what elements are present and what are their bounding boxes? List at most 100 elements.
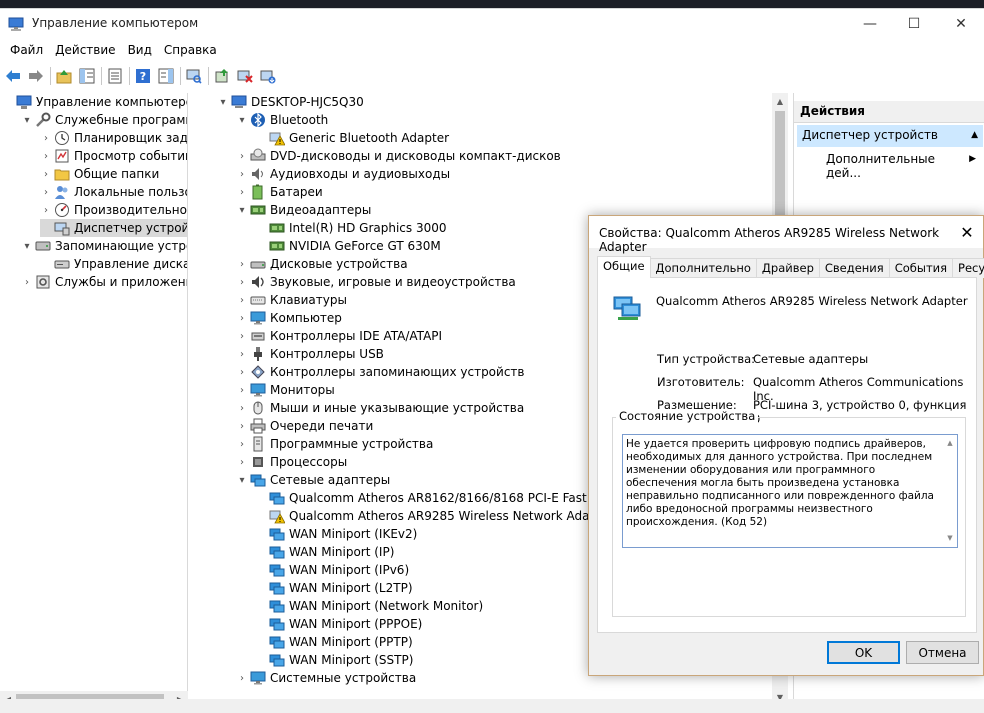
up-level-button[interactable]: [54, 66, 74, 86]
back-button[interactable]: [3, 66, 23, 86]
show-action-pane-button[interactable]: [156, 66, 176, 86]
console-tree-item[interactable]: ▾ Запоминающие устройст: [21, 237, 187, 255]
menu-view[interactable]: Вид: [122, 43, 158, 57]
properties-button[interactable]: [105, 66, 125, 86]
device-tree-item[interactable]: WAN Miniport (IPv6): [255, 561, 409, 579]
close-button[interactable]: ✕: [938, 9, 984, 39]
actions-section-device-manager[interactable]: Диспетчер устройств ▲: [797, 125, 983, 147]
console-tree-item[interactable]: › Общие папки: [40, 165, 159, 183]
tab-events[interactable]: События: [888, 258, 954, 278]
device-tree-item[interactable]: › Мониторы: [236, 381, 335, 399]
device-tree-item[interactable]: Intel(R) HD Graphics 3000: [255, 219, 447, 237]
collapsed-chevron-icon[interactable]: ›: [236, 255, 248, 273]
collapsed-chevron-icon[interactable]: ›: [40, 147, 52, 165]
device-tree-item[interactable]: › DVD-дисководы и дисководы компакт-диско…: [236, 147, 561, 165]
collapsed-chevron-icon[interactable]: ›: [236, 345, 248, 363]
update-driver-button[interactable]: [212, 66, 232, 86]
expanded-chevron-icon[interactable]: ▾: [217, 93, 229, 111]
collapsed-chevron-icon[interactable]: ›: [236, 291, 248, 309]
device-tree-item[interactable]: Generic Bluetooth Adapter: [255, 129, 449, 147]
tab-general[interactable]: Общие: [597, 256, 651, 278]
expanded-chevron-icon[interactable]: ▾: [236, 111, 248, 129]
device-tree-item[interactable]: WAN Miniport (L2TP): [255, 579, 413, 597]
collapse-icon[interactable]: ▲: [971, 128, 978, 144]
collapsed-chevron-icon[interactable]: ›: [236, 183, 248, 201]
tab-driver[interactable]: Драйвер: [755, 258, 820, 278]
device-tree-item[interactable]: › Контроллеры USB: [236, 345, 384, 363]
device-tree-item[interactable]: › Очереди печати: [236, 417, 373, 435]
scan-hardware-button[interactable]: [184, 66, 204, 86]
collapsed-chevron-icon[interactable]: ›: [236, 309, 248, 327]
device-tree-item[interactable]: › Клавиатуры: [236, 291, 347, 309]
collapsed-chevron-icon[interactable]: ›: [21, 273, 33, 291]
menu-file[interactable]: Файл: [4, 43, 49, 57]
tab-advanced[interactable]: Дополнительно: [649, 258, 757, 278]
scroll-up-icon[interactable]: ▲: [947, 437, 952, 450]
console-tree-item[interactable]: Диспетчер устройств: [40, 219, 187, 237]
dialog-close-button[interactable]: ✕: [957, 222, 977, 242]
minimize-button[interactable]: —: [847, 9, 893, 39]
collapsed-chevron-icon[interactable]: ›: [236, 363, 248, 381]
collapsed-chevron-icon[interactable]: ›: [40, 129, 52, 147]
enable-device-button[interactable]: [258, 66, 278, 86]
device-tree-item[interactable]: › Аудиовходы и аудиовыходы: [236, 165, 450, 183]
help-button[interactable]: ?: [133, 66, 153, 86]
expanded-chevron-icon[interactable]: ▾: [21, 237, 33, 255]
console-tree-item[interactable]: › Локальные пользовате: [40, 183, 187, 201]
collapsed-chevron-icon[interactable]: ›: [40, 183, 52, 201]
ok-button[interactable]: OK: [827, 641, 900, 664]
tab-resources[interactable]: Ресурсы: [952, 258, 984, 278]
device-tree-item[interactable]: › Контроллеры запоминающих устройств: [236, 363, 524, 381]
tab-details[interactable]: Сведения: [818, 258, 890, 278]
device-tree-item[interactable]: › Компьютер: [236, 309, 342, 327]
console-tree-item[interactable]: ▾ Служебные программы: [21, 111, 187, 129]
device-tree-item[interactable]: › Процессоры: [236, 453, 347, 471]
collapsed-chevron-icon[interactable]: ›: [236, 165, 248, 183]
device-tree-item[interactable]: › Контроллеры IDE ATA/ATAPI: [236, 327, 442, 345]
collapsed-chevron-icon[interactable]: ›: [236, 381, 248, 399]
console-tree-item[interactable]: › Производительность: [40, 201, 187, 219]
console-tree-item[interactable]: Управление компьютером (л: [2, 93, 187, 111]
device-tree-item[interactable]: › Программные устройства: [236, 435, 433, 453]
device-tree-item[interactable]: › Звуковые, игровые и видеоустройства: [236, 273, 516, 291]
more-actions-item[interactable]: Дополнительные дей... ▶: [826, 152, 976, 180]
collapsed-chevron-icon[interactable]: ›: [236, 669, 248, 687]
collapsed-chevron-icon[interactable]: ›: [236, 327, 248, 345]
scroll-down-icon[interactable]: ▼: [947, 532, 952, 545]
expanded-chevron-icon[interactable]: ▾: [236, 471, 248, 489]
device-tree-item[interactable]: › Батареи: [236, 183, 323, 201]
cancel-button[interactable]: Отмена: [906, 641, 979, 664]
expanded-chevron-icon[interactable]: ▾: [236, 201, 248, 219]
collapsed-chevron-icon[interactable]: ›: [236, 417, 248, 435]
device-status-textbox[interactable]: Не удается проверить цифровую подпись др…: [622, 434, 958, 548]
console-tree-item[interactable]: Управление дисками: [40, 255, 187, 273]
device-tree-item[interactable]: WAN Miniport (PPPOE): [255, 615, 422, 633]
collapsed-chevron-icon[interactable]: ›: [236, 147, 248, 165]
collapsed-chevron-icon[interactable]: ›: [236, 435, 248, 453]
device-tree-item[interactable]: › Системные устройства: [236, 669, 416, 687]
device-tree-item[interactable]: NVIDIA GeForce GT 630M: [255, 237, 441, 255]
device-tree-item[interactable]: ▾ DESKTOP-HJC5Q30: [217, 93, 363, 111]
collapsed-chevron-icon[interactable]: ›: [40, 165, 52, 183]
console-tree-item[interactable]: › Просмотр событий: [40, 147, 187, 165]
device-tree-item[interactable]: WAN Miniport (SSTP): [255, 651, 413, 669]
status-scrollbar[interactable]: ▲ ▼: [945, 437, 955, 545]
menu-help[interactable]: Справка: [158, 43, 223, 57]
collapsed-chevron-icon[interactable]: ›: [236, 453, 248, 471]
device-tree-item[interactable]: › Мыши и иные указывающие устройства: [236, 399, 524, 417]
device-tree-item[interactable]: WAN Miniport (IKEv2): [255, 525, 417, 543]
expanded-chevron-icon[interactable]: ▾: [21, 111, 33, 129]
collapsed-chevron-icon[interactable]: ›: [40, 201, 52, 219]
menu-action[interactable]: Действие: [49, 43, 121, 57]
device-tree-item[interactable]: ▾ Сетевые адаптеры: [236, 471, 390, 489]
uninstall-device-button[interactable]: [235, 66, 255, 86]
scroll-up-icon[interactable]: ▲: [772, 93, 788, 109]
collapsed-chevron-icon[interactable]: ›: [236, 273, 248, 291]
device-tree-item[interactable]: › Дисковые устройства: [236, 255, 408, 273]
maximize-button[interactable]: ☐: [891, 9, 937, 39]
collapsed-chevron-icon[interactable]: ›: [236, 399, 248, 417]
device-tree-item[interactable]: WAN Miniport (PPTP): [255, 633, 413, 651]
device-tree-item[interactable]: ▾ Bluetooth: [236, 111, 328, 129]
console-tree-item[interactable]: › Службы и приложения: [21, 273, 187, 291]
show-hide-tree-button[interactable]: [77, 66, 97, 86]
